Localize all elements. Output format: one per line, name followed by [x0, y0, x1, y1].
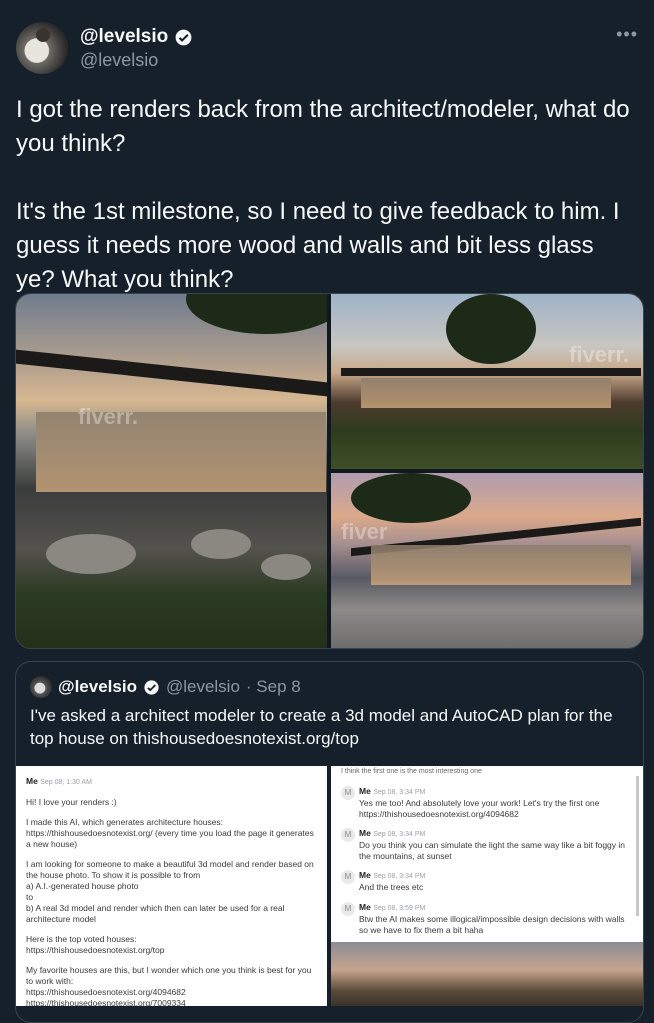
message-time: Sep 08, 1:30 AM — [40, 779, 92, 786]
message-text: And the trees etc — [359, 882, 424, 892]
message-text: Btw the AI makes some illogical/impossib… — [359, 914, 625, 935]
author-name[interactable]: @levelsio — [80, 26, 168, 48]
message-time: Sep 08, 3:34 PM — [373, 789, 426, 796]
avatar: M — [341, 786, 355, 800]
verified-icon — [175, 29, 192, 45]
chat-line: Hi! I love your renders :) — [26, 797, 117, 807]
verified-icon — [144, 679, 159, 695]
media-grid: fiverr. fiverr. fiver — [15, 293, 644, 649]
quote-author-handle[interactable]: @levelsio — [166, 677, 240, 697]
sender-name: Me — [359, 828, 371, 838]
author-handle[interactable]: @levelsio — [80, 50, 158, 71]
chat-message: M Me Sep 08, 3:59 PM Btw the AI makes so… — [341, 902, 631, 936]
chat-message: M Me Sep 08, 3:34 PM Yes me too! And abs… — [341, 786, 631, 820]
sender-name: Me — [26, 776, 38, 786]
chat-screenshot-left[interactable]: Me Sep 08, 1:30 AM Hi! I love your rende… — [16, 766, 327, 1006]
sender-name: Me — [359, 870, 371, 880]
quote-header: @levelsio @levelsio · Sep 8 — [30, 676, 301, 698]
watermark: fiver — [341, 519, 388, 544]
quoted-tweet[interactable]: @levelsio @levelsio · Sep 8 I've asked a… — [15, 661, 644, 1023]
watermark: fiverr. — [78, 404, 138, 429]
chat-line: I made this AI, which generates architec… — [26, 817, 314, 849]
avatar: M — [341, 828, 355, 842]
chat-message: M Me Sep 08, 3:34 PM Do you think you ca… — [341, 828, 631, 862]
message-text: Yes me too! And absolutely love your wor… — [359, 798, 600, 819]
watermark: fiverr. — [569, 342, 629, 367]
more-icon[interactable]: ••• — [616, 24, 638, 45]
tweet-text: I got the renders back from the architec… — [16, 96, 630, 293]
chat-message: Me Sep 08, 1:30 AM Hi! I love your rende… — [26, 776, 316, 1006]
chat-line: Here is the top voted houses: https://th… — [26, 934, 165, 955]
scrollbar[interactable] — [636, 776, 639, 916]
quote-date[interactable]: · Sep 8 — [246, 677, 301, 697]
quote-author-avatar[interactable] — [30, 676, 52, 698]
render-image-1[interactable]: fiverr. — [16, 294, 327, 648]
quote-author-name[interactable]: @levelsio — [58, 677, 137, 697]
quote-text: I've asked a architect modeler to create… — [30, 706, 613, 748]
message-text: Do you think you can simulate the light … — [359, 840, 626, 861]
message-time: Sep 08, 3:34 PM — [373, 831, 426, 838]
message-time: Sep 08, 3:59 PM — [373, 905, 426, 912]
avatar: M — [341, 870, 355, 884]
author-avatar[interactable] — [16, 22, 68, 74]
tweet-header: @levelsio @levelsio ••• — [16, 22, 638, 78]
avatar: M — [341, 902, 355, 916]
chat-line: I am looking for someone to make a beaut… — [26, 859, 314, 924]
render-image-2[interactable]: fiverr. — [331, 294, 643, 469]
chat-top-line: I think the first one is the most intere… — [341, 768, 482, 775]
chat-screenshot-right[interactable]: I think the first one is the most intere… — [331, 766, 643, 1006]
message-time: Sep 08, 3:34 PM — [373, 873, 426, 880]
chat-message: M Me Sep 08, 3:34 PM And the trees etc — [341, 870, 631, 893]
sender-name: Me — [359, 786, 371, 796]
sender-name: Me — [359, 902, 371, 912]
house-photo-thumbnail[interactable] — [331, 942, 643, 1006]
render-image-3[interactable]: fiver — [331, 473, 643, 648]
author-name-row: @levelsio — [80, 26, 193, 48]
